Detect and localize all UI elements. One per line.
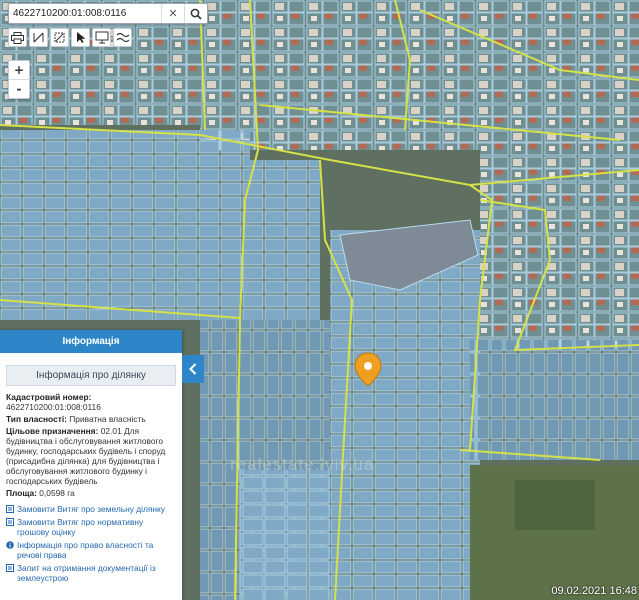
layers-icon [116,32,129,43]
area-label: Площа: [6,488,37,498]
search-icon [190,8,202,20]
zoom-out-button[interactable]: - [9,79,29,98]
ownership-value: Приватна власність [69,414,146,424]
area-measure-icon [54,32,65,43]
select-button[interactable] [71,28,90,47]
ruler-icon [33,32,44,43]
layers-button[interactable] [113,28,132,47]
document-icon [6,505,14,513]
monitor-icon [95,31,108,44]
measure-area-button[interactable] [50,28,69,47]
screen-button[interactable] [92,28,111,47]
document-icon [6,518,14,526]
documentation-request-link[interactable]: Запит на отримання документації із земле… [6,563,176,583]
order-extract-link[interactable]: Замовити Витяг про земельну ділянку [6,504,176,514]
area-value: 0,0598 га [39,488,75,498]
printer-icon [11,31,24,44]
watermark: realestate.lviv.ua [230,455,375,474]
collapse-panel-button[interactable] [182,355,204,383]
ownership-info-link[interactable]: Інформація про право власності та речові… [6,540,176,560]
action-links: Замовити Витяг про земельну ділянку Замо… [6,504,176,583]
info-panel: Інформація Інформація про ділянку Кадаст… [0,330,182,600]
capture-timestamp: 09.02.2021 16:48 [551,585,637,597]
documentation-request-label: Запит на отримання документації із земле… [17,563,156,583]
map-toolbar [8,28,132,48]
panel-subheader: Інформація про ділянку [6,365,176,386]
cadastral-value: 4622710200:01:008:0116 [6,402,101,412]
clear-button[interactable]: ✕ [161,4,184,23]
ownership-label: Тип власності: [6,414,67,424]
cadastral-search: ✕ [8,3,208,24]
chevron-left-icon [189,363,197,375]
close-icon: ✕ [168,7,178,20]
order-extract-label: Замовити Витяг про земельну ділянку [17,504,165,514]
zoom-control: + - [8,60,30,99]
order-valuation-link[interactable]: Замовити Витяг про нормативну грошову оц… [6,517,176,537]
zoom-in-button[interactable]: + [9,61,29,79]
pointer-icon [76,32,85,43]
document-icon [6,564,14,572]
info-icon [6,541,14,549]
print-button[interactable] [8,28,27,47]
search-input[interactable] [9,5,161,22]
purpose-label: Цільове призначення: [6,426,99,436]
ownership-info-label: Інформація про право власності та речові… [17,540,154,560]
panel-header: Інформація [0,330,182,353]
cadastral-label: Кадастровий номер: [6,392,92,402]
parcel-details: Кадастровий номер: 4622710200:01:008:011… [0,392,182,583]
measure-distance-button[interactable] [29,28,48,47]
search-button[interactable] [184,4,207,23]
order-valuation-label: Замовити Витяг про нормативну грошову оц… [17,517,144,537]
